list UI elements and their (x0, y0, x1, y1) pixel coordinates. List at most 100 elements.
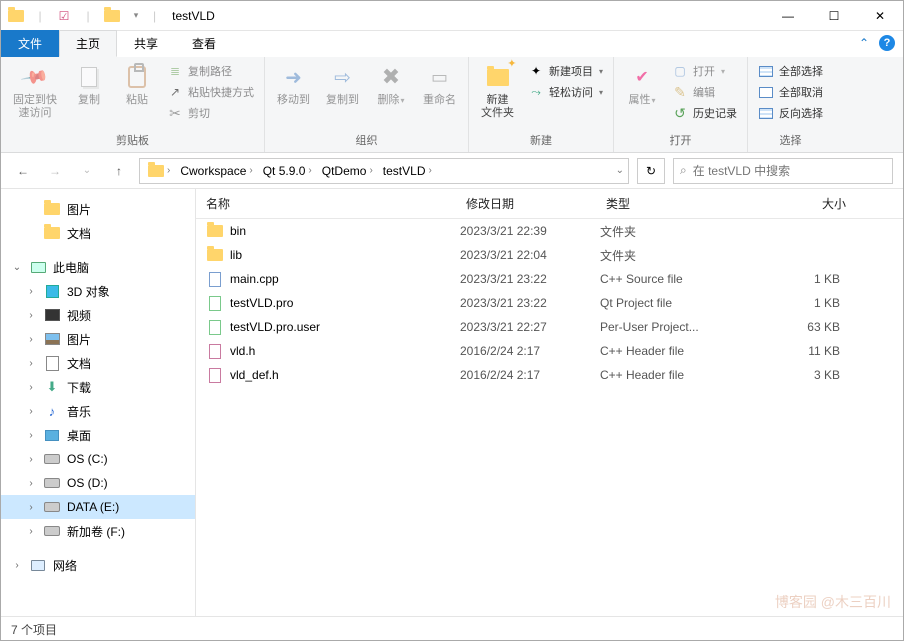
desktop-icon (43, 426, 61, 444)
tab-file[interactable]: 文件 (1, 30, 59, 57)
copy-icon (75, 63, 103, 91)
nav-docs[interactable]: 文档 (1, 221, 195, 245)
history-button[interactable]: ↺历史记录 (668, 104, 741, 122)
back-button[interactable]: ← (11, 159, 35, 183)
expand-icon[interactable]: › (25, 358, 37, 369)
chevron-right-icon[interactable]: › (308, 165, 311, 176)
select-all-button[interactable]: 全部选择 (754, 62, 827, 80)
table-row[interactable]: main.cpp2023/3/21 23:22C++ Source file1 … (196, 267, 903, 291)
copy-path-button[interactable]: ≣复制路径 (163, 62, 258, 80)
expand-icon[interactable]: › (25, 454, 37, 465)
tab-share[interactable]: 共享 (117, 30, 175, 57)
expand-icon[interactable]: › (11, 560, 23, 571)
close-button[interactable]: ✕ (857, 1, 903, 31)
minimize-button[interactable]: — (765, 1, 811, 31)
copyto-icon: ⇨ (329, 63, 357, 91)
breadcrumb[interactable]: › Cworkspace› Qt 5.9.0› QtDemo› testVLD›… (139, 158, 629, 184)
nav-drive-c[interactable]: ›OS (C:) (1, 447, 195, 471)
col-date[interactable]: 修改日期 (466, 195, 606, 212)
nav-drive-e[interactable]: ›DATA (E:) (1, 495, 195, 519)
rename-button[interactable]: ▭ 重命名 (417, 59, 462, 111)
properties-button[interactable]: ✔ 属性▾ (620, 59, 664, 111)
edit-icon: ✎ (672, 84, 688, 100)
nav-network[interactable]: ›网络 (1, 553, 195, 577)
table-row[interactable]: testVLD.pro2023/3/21 23:22Qt Project fil… (196, 291, 903, 315)
pin-quickaccess-button[interactable]: 📌 固定到快 速访问 (7, 59, 63, 124)
col-type[interactable]: 类型 (606, 195, 766, 212)
nav-3d[interactable]: ›3D 对象 (1, 279, 195, 303)
delete-icon: ✖ (377, 63, 405, 91)
nav-videos[interactable]: ›视频 (1, 303, 195, 327)
help-icon[interactable]: ? (879, 35, 895, 51)
chevron-right-icon[interactable]: › (249, 165, 252, 176)
expand-icon[interactable]: › (25, 502, 37, 513)
table-row[interactable]: testVLD.pro.user2023/3/21 22:27Per-User … (196, 315, 903, 339)
recent-dropdown[interactable]: ⌄ (75, 159, 99, 183)
nav-downloads[interactable]: ›⬇下载 (1, 375, 195, 399)
chevron-right-icon[interactable]: › (369, 165, 372, 176)
copy-button[interactable]: 复制 (67, 59, 111, 111)
expand-icon[interactable]: › (25, 382, 37, 393)
new-folder-button[interactable]: ✦ 新建 文件夹 (475, 59, 520, 124)
expand-icon[interactable]: › (25, 286, 37, 297)
nav-desktop[interactable]: ›桌面 (1, 423, 195, 447)
tab-home[interactable]: 主页 (59, 30, 117, 57)
column-headers[interactable]: 名称 修改日期 类型 大小 (196, 189, 903, 219)
table-row[interactable]: vld.h2016/2/24 2:17C++ Header file11 KB (196, 339, 903, 363)
nav-docs-pc[interactable]: ›文档 (1, 351, 195, 375)
table-row[interactable]: vld_def.h2016/2/24 2:17C++ Header file3 … (196, 363, 903, 387)
expand-icon[interactable]: › (25, 430, 37, 441)
qat-dropdown-icon[interactable]: ▾ (127, 7, 145, 25)
paste-button[interactable]: 粘贴 (115, 59, 159, 111)
video-icon (43, 306, 61, 324)
collapse-ribbon-icon[interactable]: ⌃ (859, 36, 869, 50)
col-size[interactable]: 大小 (766, 195, 846, 212)
file-list: 名称 修改日期 类型 大小 bin2023/3/21 22:39文件夹lib20… (196, 189, 903, 616)
table-row[interactable]: bin2023/3/21 22:39文件夹 (196, 219, 903, 243)
up-button[interactable]: ↑ (107, 159, 131, 183)
paste-shortcut-button[interactable]: ↗粘贴快捷方式 (163, 83, 258, 101)
nav-drive-f[interactable]: ›新加卷 (F:) (1, 519, 195, 543)
invert-selection-button[interactable]: 反向选择 (754, 104, 827, 122)
file-date: 2023/3/21 22:39 (460, 224, 600, 238)
expand-icon[interactable]: › (25, 334, 37, 345)
ribbon: 📌 固定到快 速访问 复制 粘贴 ≣复制路径 ↗粘贴快捷方式 ✂剪切 剪贴板 ➜ (1, 57, 903, 153)
tab-view[interactable]: 查看 (175, 30, 233, 57)
delete-button[interactable]: ✖ 删除▾ (369, 59, 413, 111)
cut-button[interactable]: ✂剪切 (163, 104, 258, 122)
easy-access-button[interactable]: ⤳轻松访问▾ (524, 83, 607, 101)
chevron-right-icon[interactable]: › (167, 165, 170, 176)
collapse-icon[interactable]: ⌄ (11, 262, 23, 273)
forward-button[interactable]: → (43, 159, 67, 183)
folder-icon[interactable] (103, 7, 121, 25)
nav-pictures-pc[interactable]: ›图片 (1, 327, 195, 351)
select-none-icon (758, 84, 774, 100)
maximize-button[interactable]: ☐ (811, 1, 857, 31)
move-to-button[interactable]: ➜ 移动到 (271, 59, 316, 111)
edit-button[interactable]: ✎编辑 (668, 83, 741, 101)
file-date: 2023/3/21 22:04 (460, 248, 600, 262)
expand-icon[interactable]: › (25, 310, 37, 321)
expand-icon[interactable]: › (25, 526, 37, 537)
search-box[interactable]: ⌕ (673, 158, 893, 184)
expand-icon[interactable]: › (25, 478, 37, 489)
refresh-button[interactable]: ↻ (637, 158, 665, 184)
select-none-button[interactable]: 全部取消 (754, 83, 827, 101)
nav-music[interactable]: ›♪音乐 (1, 399, 195, 423)
check-icon[interactable]: ☑ (55, 7, 73, 25)
nav-drive-d[interactable]: ›OS (D:) (1, 471, 195, 495)
new-item-button[interactable]: ✦新建项目▾ (524, 62, 607, 80)
navigation-pane[interactable]: 图片 文档 ⌄此电脑 ›3D 对象 ›视频 ›图片 ›文档 ›⬇下载 ›♪音乐 … (1, 189, 196, 616)
invert-icon (758, 105, 774, 121)
nav-this-pc[interactable]: ⌄此电脑 (1, 255, 195, 279)
expand-icon[interactable]: › (25, 406, 37, 417)
search-input[interactable] (693, 164, 886, 178)
chevron-right-icon[interactable]: › (428, 165, 431, 176)
nav-pictures[interactable]: 图片 (1, 197, 195, 221)
table-row[interactable]: lib2023/3/21 22:04文件夹 (196, 243, 903, 267)
copy-to-button[interactable]: ⇨ 复制到 (320, 59, 365, 111)
address-bar: ← → ⌄ ↑ › Cworkspace› Qt 5.9.0› QtDemo› … (1, 153, 903, 189)
chevron-down-icon[interactable]: ⌄ (616, 165, 624, 176)
open-button[interactable]: ▢打开▾ (668, 62, 741, 80)
col-name[interactable]: 名称 (206, 195, 466, 212)
